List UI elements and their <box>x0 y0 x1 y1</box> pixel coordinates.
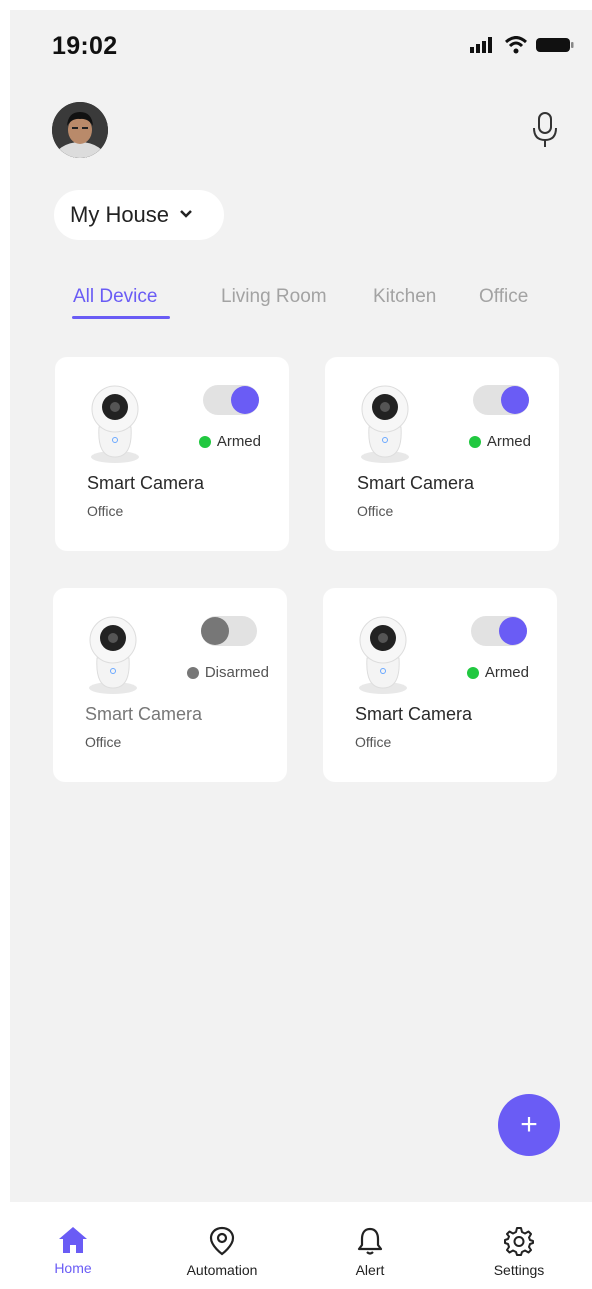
camera-icon <box>357 385 413 465</box>
nav-label: Home <box>54 1260 92 1276</box>
device-card[interactable]: Armed Smart Camera Office <box>323 588 557 782</box>
bell-icon <box>355 1226 385 1256</box>
nav-label: Alert <box>355 1262 385 1278</box>
signal-icon <box>470 37 496 58</box>
status-label: Disarmed <box>204 664 269 681</box>
status-indicator: Disarmed <box>186 664 269 681</box>
arm-toggle[interactable] <box>203 385 259 415</box>
chevron-down-icon <box>179 206 193 224</box>
wifi-icon <box>504 36 528 59</box>
status-dot <box>198 435 211 448</box>
avatar[interactable] <box>52 102 108 158</box>
status-icons <box>470 36 574 59</box>
house-selector[interactable]: My House <box>54 190 224 240</box>
nav-label: Settings <box>493 1262 545 1278</box>
active-tab-indicator <box>72 316 170 319</box>
gear-icon <box>504 1226 534 1256</box>
nav-automation[interactable]: Automation <box>167 1226 277 1278</box>
device-card[interactable]: Armed Smart Camera Office <box>325 357 559 551</box>
tab-kitchen[interactable]: Kitchen <box>373 286 436 308</box>
status-label: Armed <box>486 433 531 450</box>
status-time: 19:02 <box>52 32 118 60</box>
device-room: Office <box>85 734 122 750</box>
app-screen: 19:02 My House All Device Living Room Ki… <box>10 10 592 1202</box>
nav-alert[interactable]: Alert <box>315 1226 425 1278</box>
location-pin-icon <box>207 1226 237 1256</box>
status-indicator: Armed <box>468 433 531 450</box>
arm-toggle[interactable] <box>201 616 257 646</box>
status-dot <box>468 435 481 448</box>
arm-toggle[interactable] <box>471 616 527 646</box>
status-dot <box>186 666 199 679</box>
tab-living-room[interactable]: Living Room <box>221 286 327 308</box>
house-name: My House <box>70 202 170 227</box>
camera-icon <box>85 616 141 696</box>
status-label: Armed <box>216 433 261 450</box>
camera-icon <box>355 616 411 696</box>
tab-all-device[interactable]: All Device <box>73 286 157 308</box>
status-indicator: Armed <box>198 433 261 450</box>
nav-label: Automation <box>186 1262 258 1278</box>
bottom-nav: Home Automation Alert Settings <box>0 1202 592 1289</box>
device-name: Smart Camera <box>85 704 203 724</box>
camera-icon <box>87 385 143 465</box>
nav-settings[interactable]: Settings <box>464 1226 574 1278</box>
device-name: Smart Camera <box>357 473 475 493</box>
room-tabs: All Device Living Room Kitchen Office <box>10 286 592 326</box>
device-room: Office <box>87 503 124 519</box>
device-room: Office <box>357 503 394 519</box>
device-name: Smart Camera <box>87 473 205 493</box>
device-name: Smart Camera <box>355 704 473 724</box>
microphone-icon[interactable] <box>530 110 560 150</box>
status-label: Armed <box>484 664 529 681</box>
add-device-button[interactable]: + <box>498 1094 560 1156</box>
battery-icon <box>536 37 574 58</box>
device-card[interactable]: Armed Smart Camera Office <box>55 357 289 551</box>
device-room: Office <box>355 734 392 750</box>
tab-office[interactable]: Office <box>479 286 528 308</box>
status-indicator: Armed <box>466 664 529 681</box>
arm-toggle[interactable] <box>473 385 529 415</box>
home-icon <box>58 1226 88 1254</box>
device-card[interactable]: Disarmed Smart Camera Office <box>53 588 287 782</box>
status-dot <box>466 666 479 679</box>
nav-home[interactable]: Home <box>18 1226 128 1276</box>
